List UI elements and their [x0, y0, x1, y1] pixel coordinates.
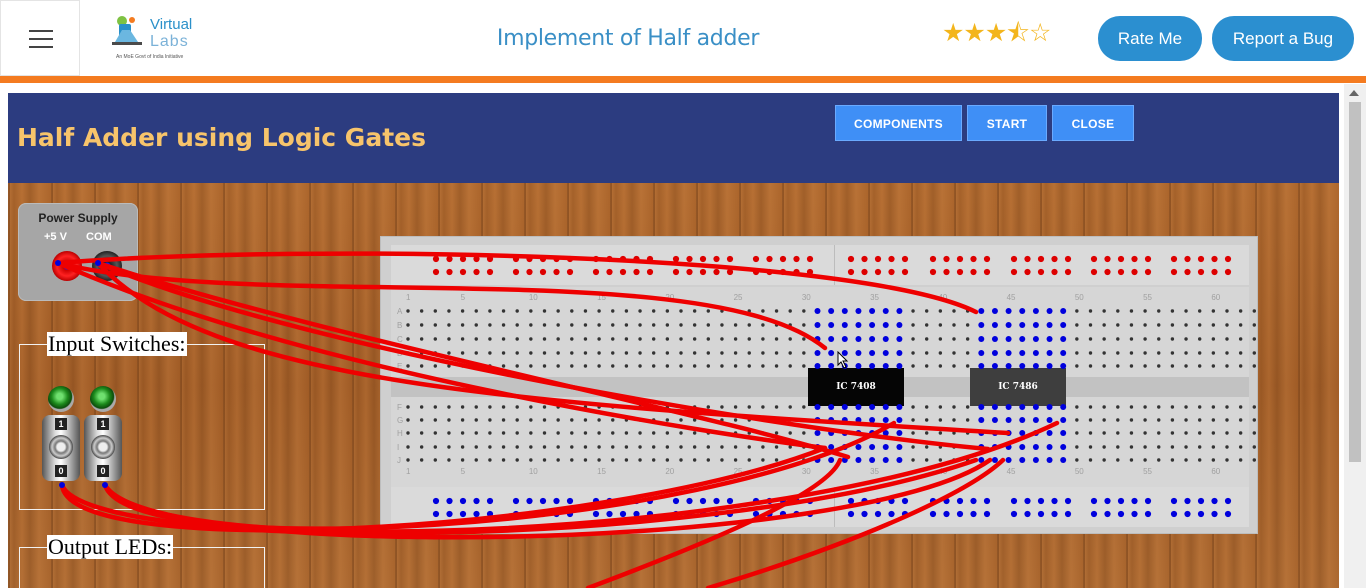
red-wire[interactable] [705, 457, 1006, 588]
star-full-icon[interactable]: ★ [985, 19, 1007, 47]
hamburger-menu-button[interactable] [0, 0, 80, 76]
star-full-icon[interactable]: ★ [942, 19, 964, 47]
top-header: Virtual Labs An MoE Govt of India Initia… [0, 0, 1366, 76]
hamburger-line [29, 46, 53, 48]
wires-layer[interactable] [8, 93, 1339, 588]
star-rating[interactable]: ★★★⯪☆ [942, 19, 1051, 47]
wire-end[interactable] [59, 482, 65, 488]
flask-icon [112, 16, 142, 45]
star-half-icon[interactable]: ⯪ [1006, 19, 1030, 47]
logo-line2: Labs [150, 33, 189, 50]
scroll-up-arrow-icon[interactable] [1349, 90, 1359, 96]
logo-wordmark: Virtual Labs [150, 16, 192, 50]
star-full-icon[interactable]: ★ [963, 19, 985, 47]
hamburger-menu-icon [29, 30, 53, 32]
red-wire[interactable] [95, 260, 851, 460]
wire-end[interactable] [102, 482, 108, 488]
scroll-thumb[interactable] [1349, 102, 1361, 462]
mouse-cursor-icon [837, 351, 849, 369]
logo-tagline: An MoE Govt of India Initiative [116, 54, 184, 60]
red-wire[interactable] [95, 260, 1011, 436]
logo-line1: Virtual [150, 16, 193, 33]
rate-me-button[interactable]: Rate Me [1098, 16, 1202, 61]
header-divider [0, 76, 1366, 83]
virtual-labs-logo[interactable]: Virtual Labs An MoE Govt of India Initia… [110, 12, 210, 64]
hamburger-line [29, 38, 53, 40]
wire-end[interactable] [55, 260, 61, 266]
star-empty-icon[interactable]: ☆ [1029, 19, 1051, 47]
page-title: Implement of Half adder [496, 26, 760, 51]
vertical-scrollbar[interactable] [1344, 84, 1366, 588]
report-bug-button[interactable]: Report a Bug [1212, 16, 1354, 61]
simulation-panel: Half Adder using Logic Gates COMPONENTS … [8, 93, 1339, 588]
wire-end[interactable] [95, 260, 101, 266]
